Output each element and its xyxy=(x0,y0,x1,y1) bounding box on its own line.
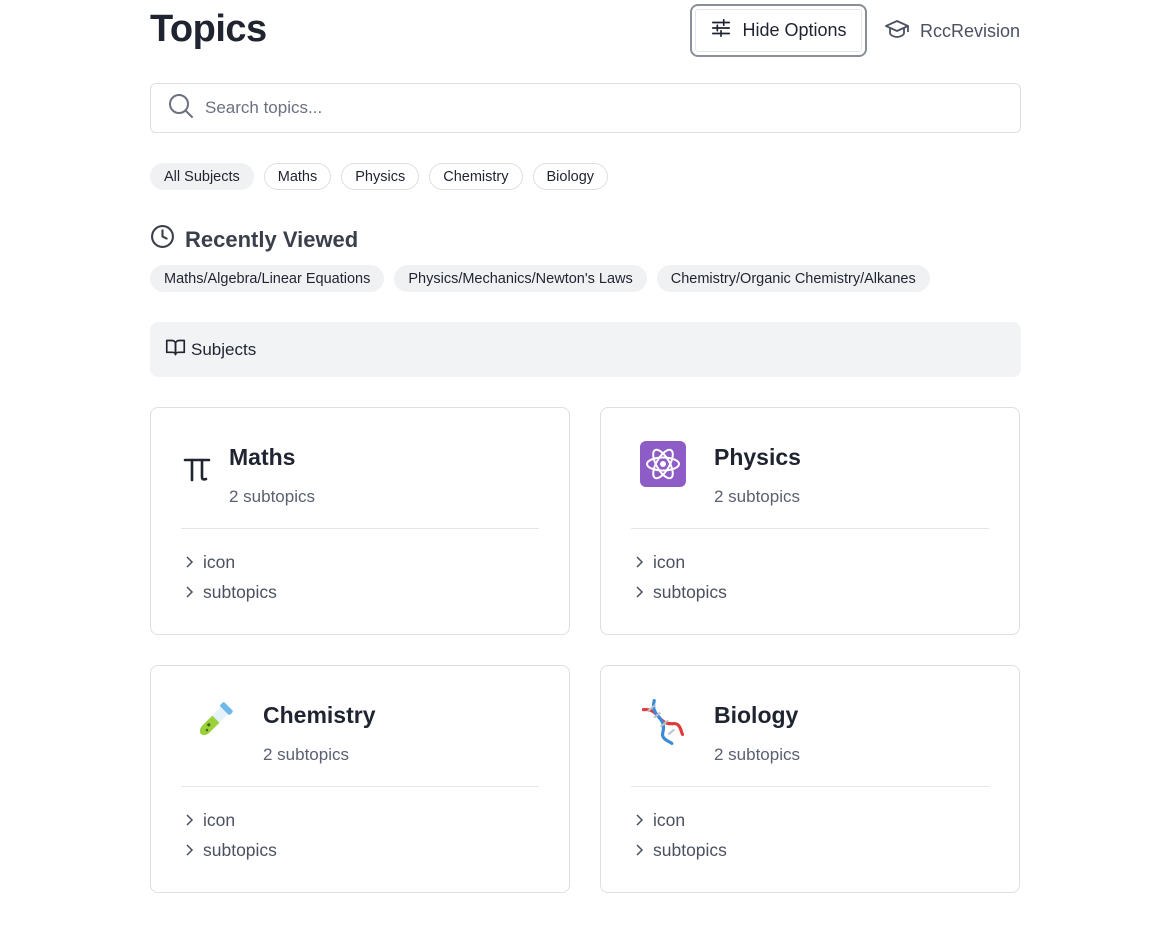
recently-viewed-list: Maths/Algebra/Linear Equations Physics/M… xyxy=(150,265,930,292)
pi-icon xyxy=(179,443,215,493)
search-input[interactable] xyxy=(205,98,985,118)
filter-maths[interactable]: Maths xyxy=(263,163,332,190)
dna-icon xyxy=(638,698,688,746)
chevron-right-icon xyxy=(184,810,194,831)
card-link-label: icon xyxy=(653,810,686,830)
filter-physics[interactable]: Physics xyxy=(341,163,420,190)
chevron-right-icon xyxy=(634,840,644,861)
card-link-subtopics[interactable]: subtopics xyxy=(634,582,727,603)
recent-item[interactable]: Chemistry/Organic Chemistry/Alkanes xyxy=(656,265,930,292)
filter-biology[interactable]: Biology xyxy=(532,163,609,190)
search-icon xyxy=(167,92,195,125)
card-divider xyxy=(181,528,539,529)
card-title: Maths xyxy=(229,444,296,470)
card-divider xyxy=(181,786,539,787)
card-title: Chemistry xyxy=(263,702,376,728)
page-title: Topics xyxy=(150,8,267,50)
card-link-label: icon xyxy=(653,552,686,572)
search-box[interactable] xyxy=(150,83,1021,133)
recently-viewed-heading: Recently Viewed xyxy=(150,224,358,255)
card-link-subtopics[interactable]: subtopics xyxy=(634,840,727,861)
card-link-icon[interactable]: icon xyxy=(184,810,235,831)
card-subtitle: 2 subtopics xyxy=(714,745,800,764)
chevron-right-icon xyxy=(184,582,194,603)
card-link-label: icon xyxy=(203,552,236,572)
card-link-icon[interactable]: icon xyxy=(184,552,235,573)
card-divider xyxy=(631,786,989,787)
card-divider xyxy=(631,528,989,529)
filter-all-subjects[interactable]: All Subjects xyxy=(150,163,254,190)
brand-name: RccRevision xyxy=(920,21,1021,41)
subject-card-biology[interactable]: Biology 2 subtopics icon subtopics xyxy=(600,665,1020,893)
subjects-label: Subjects xyxy=(191,339,257,359)
chevron-right-icon xyxy=(634,582,644,603)
card-link-icon[interactable]: icon xyxy=(634,810,685,831)
hide-options-label: Hide Options xyxy=(742,20,847,40)
card-subtitle: 2 subtopics xyxy=(229,487,315,506)
card-link-label: subtopics xyxy=(203,582,277,602)
clock-icon xyxy=(150,224,175,255)
subject-card-maths[interactable]: Maths 2 subtopics icon subtopics xyxy=(150,407,570,635)
card-link-label: subtopics xyxy=(653,582,727,602)
subjects-section-header: Subjects xyxy=(150,322,1021,377)
filter-chemistry[interactable]: Chemistry xyxy=(429,163,523,190)
header: Topics Hide Options RccRevision xyxy=(150,0,1021,62)
chevron-right-icon xyxy=(184,552,194,573)
card-link-label: icon xyxy=(203,810,236,830)
card-subtitle: 2 subtopics xyxy=(263,745,349,764)
card-link-subtopics[interactable]: subtopics xyxy=(184,840,277,861)
graduation-cap-icon xyxy=(884,18,910,45)
card-link-label: subtopics xyxy=(203,840,277,860)
card-link-subtopics[interactable]: subtopics xyxy=(184,582,277,603)
topics-page: Topics Hide Options RccRevision Search t… xyxy=(150,0,1021,893)
chevron-right-icon xyxy=(184,840,194,861)
card-subtitle: 2 subtopics xyxy=(714,487,800,506)
chevron-right-icon xyxy=(634,552,644,573)
recent-item[interactable]: Maths/Algebra/Linear Equations xyxy=(150,265,385,292)
book-icon xyxy=(165,337,186,363)
subject-filters: All Subjects Maths Physics Chemistry Bio… xyxy=(150,163,609,190)
atom-icon xyxy=(640,441,686,487)
recent-item[interactable]: Physics/Mechanics/Newton's Laws xyxy=(394,265,647,292)
recently-viewed-title: Recently Viewed xyxy=(185,226,359,252)
card-title: Biology xyxy=(714,702,799,728)
card-link-label: subtopics xyxy=(653,840,727,860)
sliders-icon xyxy=(710,17,732,44)
subject-card-chemistry[interactable]: Chemistry 2 subtopics icon subtopics xyxy=(150,665,570,893)
test-tube-icon xyxy=(189,698,237,746)
brand-link[interactable]: RccRevision xyxy=(884,18,1020,45)
subject-card-physics[interactable]: Physics 2 subtopics icon subtopics xyxy=(600,407,1020,635)
card-link-icon[interactable]: icon xyxy=(634,552,685,573)
chevron-right-icon xyxy=(634,810,644,831)
hide-options-button[interactable]: Hide Options xyxy=(690,4,867,57)
card-title: Physics xyxy=(714,444,801,470)
